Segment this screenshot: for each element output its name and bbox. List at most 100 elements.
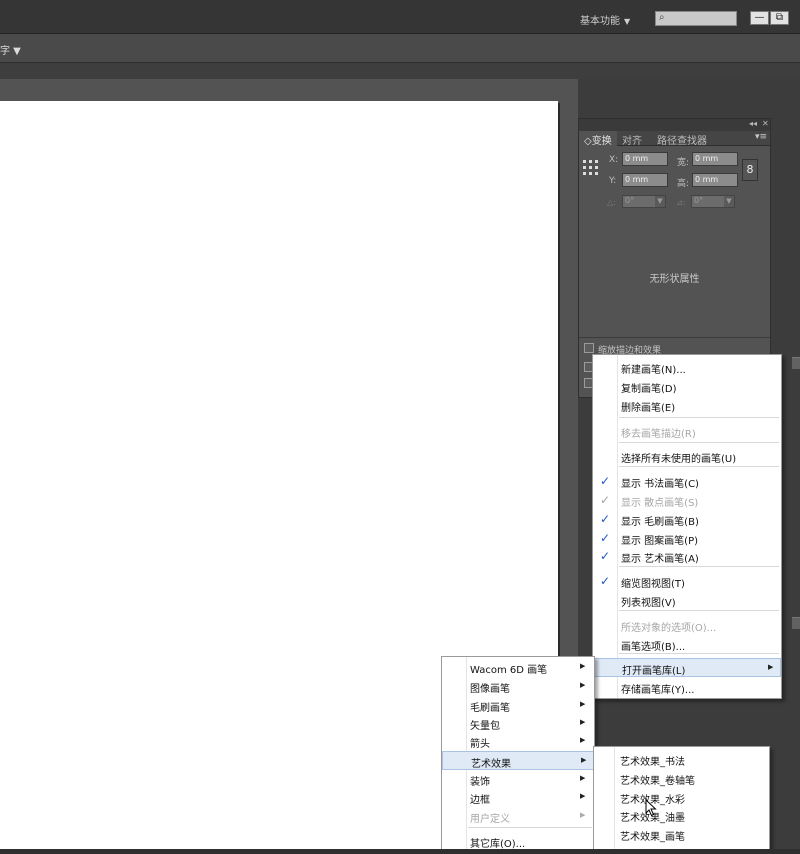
control-bar-dropdown[interactable]: 字 ▼ xyxy=(0,42,21,57)
shear-label: ⊿: xyxy=(676,198,686,207)
search-input[interactable] xyxy=(670,13,734,24)
close-icon[interactable]: ✕ xyxy=(762,119,769,128)
library-menu-item[interactable]: 毛刷画笔 ▶ xyxy=(442,696,594,715)
x-field[interactable]: 0 mm xyxy=(622,152,668,166)
brush-menu-item[interactable]: 打开画笔库(L) ▶ xyxy=(593,658,781,677)
brush-menu-item[interactable]: ✓ 显示 图案画笔(P) xyxy=(593,529,781,548)
menu-item-label: 显示 书法画笔(C) xyxy=(621,479,699,490)
menu-item-label: Wacom 6D 画笔 xyxy=(470,665,548,676)
menu-item-label: 画笔选项(B)... xyxy=(621,642,686,653)
menu-separator xyxy=(619,566,779,567)
tab-align[interactable]: 对齐 xyxy=(617,131,647,147)
chevron-down-icon: ▼ xyxy=(624,17,631,26)
menu-item-label: 显示 艺术画笔(A) xyxy=(621,554,699,565)
panel-tabs: ◇变换 对齐 路径查找器 ▾≡ xyxy=(579,131,770,147)
brush-menu-item[interactable]: 删除画笔(E) xyxy=(593,396,781,415)
application-bar: 基本功能 ▼ ⌕ — ⧉ xyxy=(0,0,800,34)
submenu-arrow-icon: ▶ xyxy=(580,718,586,726)
menu-item-label: 用户定义 xyxy=(470,814,510,825)
submenu-arrow-icon: ▶ xyxy=(580,700,586,708)
art-brush-library-item[interactable]: 艺术效果_卷轴笔 xyxy=(594,769,769,788)
checkmark-icon: ✓ xyxy=(599,512,611,526)
rotate-value: 0° xyxy=(625,196,635,205)
art-brush-library-item[interactable]: 艺术效果_油墨 xyxy=(594,806,769,825)
brush-menu-item[interactable]: ✓ 显示 艺术画笔(A) xyxy=(593,547,781,566)
menu-item-label: 毛刷画笔 xyxy=(470,703,510,714)
menu-item-label: 箭头 xyxy=(470,739,490,750)
shear-value: 0° xyxy=(694,196,704,205)
workspace-label: 基本功能 xyxy=(580,16,620,27)
panel-edge-button[interactable] xyxy=(792,617,800,629)
restore-button[interactable]: ⧉ xyxy=(770,11,789,25)
submenu-arrow-icon: ▶ xyxy=(581,756,587,764)
checkmark-icon: ✓ xyxy=(599,574,611,588)
scale-strokes-checkbox[interactable] xyxy=(584,343,594,353)
minimize-button[interactable]: — xyxy=(750,11,769,25)
panel-menu-icon[interactable]: ▾≡ xyxy=(755,132,767,142)
brush-menu-item: 所选对象的选项(O)... xyxy=(593,616,781,635)
library-menu-item[interactable]: 边框 ▶ xyxy=(442,788,594,807)
brush-menu-item[interactable]: 新建画笔(N)... xyxy=(593,358,781,377)
library-menu-item[interactable]: 图像画笔 ▶ xyxy=(442,677,594,696)
tab-transform[interactable]: ◇变换 xyxy=(579,131,617,147)
brush-menu-item[interactable]: 复制画笔(D) xyxy=(593,377,781,396)
submenu-arrow-icon: ▶ xyxy=(580,736,586,744)
library-menu-item[interactable]: Wacom 6D 画笔 ▶ xyxy=(442,658,594,677)
width-field[interactable]: 0 mm xyxy=(692,152,738,166)
search-icon: ⌕ xyxy=(659,12,665,23)
y-field[interactable]: 0 mm xyxy=(622,173,668,187)
chevron-down-icon: ▼ xyxy=(655,196,665,207)
art-brush-library-item[interactable]: 艺术效果_水彩 xyxy=(594,788,769,807)
tab-pathfinder[interactable]: 路径查找器 xyxy=(652,131,712,147)
submenu-arrow-icon: ▶ xyxy=(580,681,586,689)
menu-separator xyxy=(619,442,779,443)
brush-menu-item[interactable]: ✓ 显示 书法画笔(C) xyxy=(593,472,781,491)
document-tab-strip xyxy=(0,63,800,79)
brush-menu-item[interactable]: 存储画笔库(Y)... xyxy=(593,678,781,697)
checkmark-icon: ✓ xyxy=(599,531,611,545)
menu-item-label: 艺术效果_画笔 xyxy=(620,832,685,843)
menu-item-label: 艺术效果 xyxy=(471,759,511,770)
menu-item-label: 显示 毛刷画笔(B) xyxy=(621,517,699,528)
collapse-icon[interactable]: ◂◂ xyxy=(749,119,757,128)
brush-menu-item[interactable]: 列表视图(V) xyxy=(593,591,781,610)
brush-menu-item[interactable]: 选择所有未使用的画笔(U) xyxy=(593,447,781,466)
chevron-down-icon: ▼ xyxy=(724,196,734,207)
menu-item-label: 复制画笔(D) xyxy=(621,384,677,395)
menu-item-label: 缩览图视图(T) xyxy=(621,579,685,590)
workspace-switcher[interactable]: 基本功能 ▼ xyxy=(580,12,630,27)
checkmark-icon: ✓ xyxy=(599,493,611,507)
menu-item-label: 图像画笔 xyxy=(470,684,510,695)
constrain-proportions-icon[interactable]: 8 xyxy=(742,159,758,181)
library-menu-item[interactable]: 矢量包 ▶ xyxy=(442,714,594,733)
submenu-arrow-icon: ▶ xyxy=(580,792,586,800)
rotate-field: 0° ▼ xyxy=(622,195,666,208)
panel-header[interactable]: ◂◂ ✕ xyxy=(579,119,770,131)
library-menu-item[interactable]: 装饰 ▶ xyxy=(442,770,594,789)
brush-menu-item[interactable]: ✓ 显示 毛刷画笔(B) xyxy=(593,510,781,529)
brush-menu-item: ✓ 显示 散点画笔(S) xyxy=(593,491,781,510)
reference-point-icon[interactable] xyxy=(583,160,598,175)
menu-item-label: 选择所有未使用的画笔(U) xyxy=(621,454,737,465)
height-label: 高: xyxy=(677,179,690,189)
menu-item-label: 边框 xyxy=(470,795,490,806)
library-menu-item[interactable]: 箭头 ▶ xyxy=(442,732,594,751)
width-label: 宽: xyxy=(677,158,690,168)
submenu-arrow-icon: ▶ xyxy=(580,811,586,819)
shear-field: 0° ▼ xyxy=(691,195,735,208)
height-field[interactable]: 0 mm xyxy=(692,173,738,187)
art-brush-library-item[interactable]: 艺术效果_画笔 xyxy=(594,825,769,844)
help-search[interactable]: ⌕ xyxy=(655,11,737,26)
mouse-cursor-icon xyxy=(645,799,657,817)
library-menu-item[interactable]: 艺术效果 ▶ xyxy=(442,751,594,770)
menu-item-label: 装饰 xyxy=(470,777,490,788)
art-brush-library-item[interactable]: 艺术效果_书法 xyxy=(594,750,769,769)
brushes-panel-menu: 新建画笔(N)... 复制画笔(D) 删除画笔(E) 移去画笔描边(R) 选择所有未使用… xyxy=(592,354,782,699)
brush-menu-item[interactable]: 画笔选项(B)... xyxy=(593,635,781,654)
artistic-brushes-submenu: 艺术效果_书法艺术效果_卷轴笔艺术效果_水彩艺术效果_油墨艺术效果_画笔艺术效果… xyxy=(593,746,770,854)
menu-separator xyxy=(619,610,779,611)
menu-separator xyxy=(619,466,779,467)
panel-edge-button[interactable] xyxy=(792,357,800,369)
brush-menu-item[interactable]: ✓ 缩览图视图(T) xyxy=(593,572,781,591)
control-bar: 字 ▼ xyxy=(0,34,800,63)
